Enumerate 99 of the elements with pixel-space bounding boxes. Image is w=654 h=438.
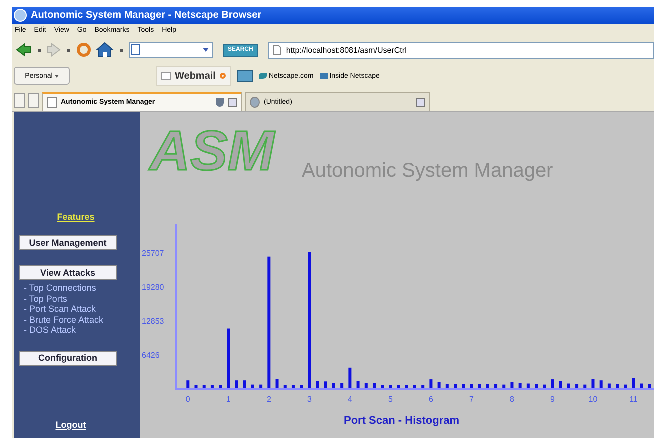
x-axis-label: 0: [186, 395, 190, 404]
histogram-bar: [567, 384, 570, 388]
home-icon[interactable]: [96, 42, 114, 58]
histogram-bar: [405, 385, 408, 388]
histogram-bar: [576, 384, 579, 388]
histogram-bar: [535, 384, 538, 388]
x-axis-label: 6: [428, 395, 434, 404]
histogram-bar: [470, 384, 474, 388]
back-icon[interactable]: [16, 43, 32, 57]
app-title: Autonomic System Manager: [302, 160, 554, 183]
histogram-bar: [324, 382, 328, 388]
histogram-bar: [616, 384, 620, 388]
histogram-bar: [486, 384, 490, 388]
sidebar-link[interactable]: - Top Connections: [18, 283, 96, 294]
histogram-bar: [494, 384, 498, 388]
sidebar-link[interactable]: - Port Scan Attack: [18, 304, 96, 314]
histogram-bar: [284, 385, 287, 388]
histogram-bar: [292, 385, 295, 388]
histogram-bar: [551, 380, 554, 388]
histogram-bar: [389, 385, 392, 388]
x-axis-label: 10: [588, 395, 598, 404]
histogram-bar: [364, 383, 368, 388]
histogram-bar: [202, 385, 206, 388]
sidebar-button[interactable]: View Attacks: [19, 265, 117, 280]
sidebar-link[interactable]: - Brute Force Attack: [18, 314, 104, 325]
histogram-bar: [348, 368, 352, 388]
webmail-button[interactable]: Webmail: [156, 66, 231, 86]
x-axis-label: 4: [348, 395, 352, 404]
y-axis-label: 19280: [142, 283, 164, 292]
y-axis-label: 6426: [142, 351, 160, 360]
search-field[interactable]: [129, 42, 213, 58]
sidebar-button[interactable]: Configuration: [19, 350, 117, 366]
histogram-bar: [332, 383, 336, 388]
histogram-bar: [373, 383, 376, 388]
histogram-bar: [340, 383, 344, 388]
histogram-bar: [397, 385, 400, 388]
x-axis-label: 3: [307, 395, 312, 404]
histogram-bar: [422, 385, 425, 388]
x-axis-label: 7: [469, 395, 474, 404]
sidebar-heading: Features: [57, 212, 95, 222]
histogram-bar: [608, 384, 611, 388]
histogram-bar: [243, 380, 246, 388]
histogram-bar: [438, 382, 441, 388]
histogram-bar: [502, 384, 506, 388]
sidebar-button[interactable]: User Management: [19, 235, 117, 250]
histogram-bar: [478, 384, 482, 388]
toolbar-icon[interactable]: [236, 70, 253, 82]
histogram-bar: [300, 385, 304, 388]
histogram-bar: [251, 384, 254, 388]
tab-list-button[interactable]: [14, 93, 25, 108]
histogram-bar: [260, 384, 263, 388]
histogram-bar: [526, 384, 530, 388]
histogram-bar: [219, 385, 222, 388]
histogram-bar: [632, 378, 636, 388]
histogram-bar: [210, 385, 214, 388]
histogram-bar: [446, 384, 449, 388]
histogram-bar: [356, 381, 360, 388]
histogram-bar: [430, 380, 433, 388]
histogram-bar: [235, 380, 238, 388]
histogram-bar: [600, 380, 603, 388]
histogram-bar: [227, 328, 230, 388]
histogram-bar: [462, 384, 466, 388]
search-engine-icon: [131, 44, 141, 56]
histogram-bar: [543, 384, 546, 388]
x-axis-label: 11: [630, 395, 638, 404]
histogram-bar: [559, 381, 562, 388]
app-icon: [14, 9, 27, 22]
histogram-bar: [381, 385, 384, 388]
histogram-bar: [194, 385, 198, 388]
logo: ASM: [146, 118, 296, 180]
logout-link[interactable]: Logout: [56, 420, 86, 430]
x-axis-label: 9: [550, 395, 555, 404]
histogram-bar: [276, 379, 279, 388]
new-tab-button[interactable]: [28, 93, 39, 108]
histogram-bar: [584, 384, 587, 388]
chart-title: Port Scan - Histogram: [344, 415, 460, 427]
y-axis-label: 25707: [142, 249, 164, 258]
x-axis-label: 8: [510, 395, 514, 404]
page-icon: [273, 44, 282, 56]
histogram-bar: [316, 381, 320, 388]
histogram-bar: [640, 384, 644, 388]
x-axis-label: 1: [226, 395, 231, 404]
y-axis-label: 12853: [142, 317, 164, 326]
sidebar-link[interactable]: - Top Ports: [18, 294, 68, 304]
histogram-bar: [518, 383, 522, 388]
histogram-bar: [510, 382, 514, 388]
histogram-bar: [414, 385, 416, 388]
x-axis-label: 2: [266, 395, 272, 404]
histogram-bar: [648, 384, 652, 388]
histogram-bar: [592, 379, 595, 388]
mail-icon: [161, 72, 171, 80]
window-title: Autonomic System Manager - Netscape Browser: [31, 10, 262, 21]
histogram-bar: [624, 384, 628, 388]
address-field[interactable]: http://localhost:8081/asm/UserCtrl: [268, 42, 654, 58]
sidebar-link[interactable]: - DOS Attack: [18, 325, 76, 336]
dropdown-arrow-icon[interactable]: [203, 48, 209, 52]
histogram-bar: [186, 380, 190, 388]
histogram-bar: [454, 384, 457, 388]
x-axis-label: 5: [388, 395, 393, 404]
